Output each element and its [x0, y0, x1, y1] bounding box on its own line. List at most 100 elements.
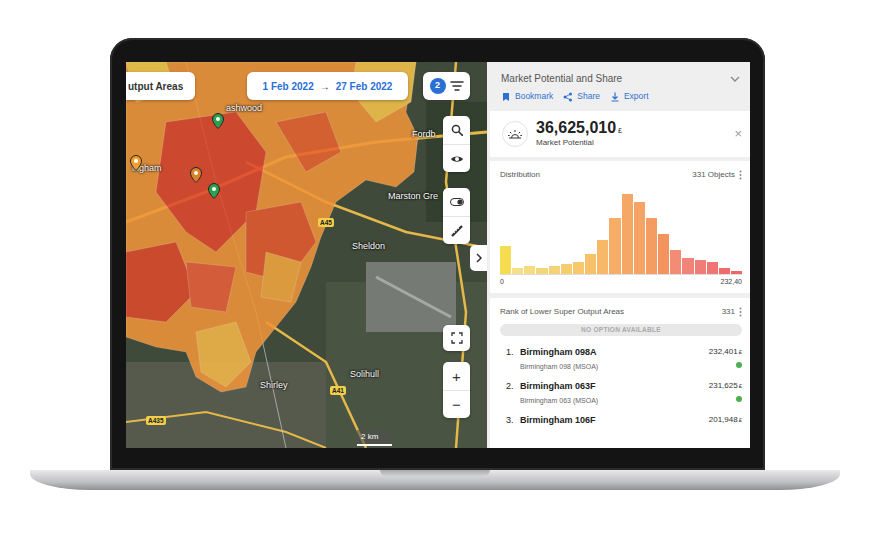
zoom-group: +− [443, 362, 470, 418]
rank-value-box: 231,625£ [709, 380, 742, 402]
visibility-button[interactable] [443, 144, 470, 172]
share-button[interactable]: Share [563, 90, 600, 103]
distribution-header: Distribution 331 Objects [500, 169, 742, 181]
bookmark-icon [501, 92, 511, 102]
rank-number: 3. [500, 414, 520, 428]
pin-icon [208, 183, 220, 199]
date-range[interactable]: 1 Feb 2022 → 27 Feb 2022 [247, 72, 408, 100]
histogram-bar[interactable] [622, 194, 633, 274]
panel-actions: Bookmark Share Export [487, 86, 750, 109]
collapse-button[interactable] [730, 71, 740, 86]
date-to[interactable]: 27 Feb 2022 [336, 79, 393, 94]
map-pin[interactable] [208, 178, 220, 194]
filter-button[interactable]: 2 [423, 72, 470, 100]
histogram-bar[interactable] [670, 250, 681, 274]
histogram-bar[interactable] [500, 246, 511, 274]
map-pin[interactable] [212, 108, 224, 124]
fullscreen-group [443, 325, 470, 351]
axis-max: 232,40 [721, 275, 742, 288]
kpi-unit: £ [618, 127, 622, 134]
histogram-bar[interactable] [512, 268, 523, 274]
histogram-bar[interactable] [573, 262, 584, 274]
rank-area: Birmingham 106F [520, 414, 709, 428]
map-pin[interactable] [190, 162, 202, 178]
action-label[interactable]: Export [624, 90, 649, 103]
map-pin[interactable] [130, 150, 142, 166]
histogram-bar[interactable] [561, 264, 572, 274]
distribution-menu[interactable] [739, 170, 742, 180]
compare-toggle[interactable] [443, 188, 470, 216]
date-from[interactable]: 1 Feb 2022 [263, 79, 314, 94]
market-potential-icon [507, 128, 523, 140]
histogram-bar[interactable] [524, 266, 535, 274]
action-label[interactable]: Share [577, 90, 600, 103]
scale-bar: 2 km [357, 430, 392, 446]
place-label: Sheldon [352, 240, 385, 254]
place-label: Solihull [350, 368, 379, 382]
histogram-bar[interactable] [731, 271, 742, 274]
zoom-in-button[interactable]: + [443, 362, 470, 390]
place-label: ashwood [226, 102, 262, 116]
distribution-title: Distribution [500, 169, 540, 181]
histogram-bar[interactable] [597, 240, 608, 274]
measure-button[interactable] [443, 216, 470, 244]
rank-row[interactable]: 1.Birmingham 098ABirmingham 098 (MSOA)23… [500, 342, 742, 376]
rank-number: 1. [500, 346, 520, 360]
histogram-bar[interactable] [682, 258, 693, 274]
zoom-out-button[interactable]: − [443, 390, 470, 418]
road-label: A45 [318, 218, 334, 227]
histogram-bar[interactable] [549, 266, 560, 274]
ruler-icon [451, 225, 463, 237]
histogram-bar[interactable] [609, 218, 620, 274]
rank-row[interactable]: 3.Birmingham 106F201,948£ [500, 410, 742, 444]
distribution-meta: 331 Objects [692, 169, 742, 181]
histogram-bar[interactable] [658, 234, 669, 274]
histogram-bar[interactable] [707, 262, 718, 274]
rank-menu[interactable] [739, 307, 742, 317]
place-label: Fordb [412, 128, 436, 142]
kpi-label: Market Potential [536, 137, 726, 149]
date-arrow: → [320, 79, 330, 94]
action-label[interactable]: Bookmark [515, 90, 553, 103]
chevron-down-icon [730, 76, 740, 82]
laptop-bezel: ashwoodinghamFordbMarston GreSheldonShir… [110, 38, 765, 470]
bookmark-button[interactable]: Bookmark [501, 90, 553, 103]
fullscreen-icon [451, 332, 463, 344]
map-tools-group [443, 116, 470, 172]
rank-value: 231,625£ [709, 380, 742, 392]
histogram-bar[interactable] [646, 218, 657, 274]
histogram-bar[interactable] [634, 202, 645, 274]
close-button[interactable]: × [734, 124, 742, 144]
pin-icon [212, 113, 224, 129]
layer-name[interactable]: utput Areas [128, 79, 183, 94]
area-parent: Birmingham 063 (MSOA) [520, 396, 709, 407]
pin-icon [130, 155, 142, 171]
map[interactable]: ashwoodinghamFordbMarston GreSheldonShir… [126, 62, 487, 448]
rank-row[interactable]: 2.Birmingham 063FBirmingham 063 (MSOA)23… [500, 376, 742, 410]
export-icon [610, 92, 620, 102]
histogram-bar[interactable] [695, 260, 706, 274]
laptop-base [30, 470, 840, 490]
search-button[interactable] [443, 116, 470, 144]
rank-filter[interactable]: NO OPTION AVAILABLE [500, 324, 742, 336]
filter-icon [450, 80, 464, 92]
rank-value-box: 201,948£ [709, 414, 742, 426]
app-screen: ashwoodinghamFordbMarston GreSheldonShir… [126, 62, 750, 448]
filter-count-badge: 2 [430, 78, 446, 94]
status-dot [736, 396, 742, 402]
area-name: Birmingham 063F [520, 380, 709, 394]
rank-header: Rank of Lower Super Output Areas331 [500, 306, 742, 318]
value-unit: £ [739, 417, 742, 423]
export-button[interactable]: Export [610, 90, 649, 103]
area-name: Birmingham 106F [520, 414, 709, 428]
rank-area: Birmingham 063F Birmingham 063 (MSOA) [520, 380, 709, 406]
expand-panel-button[interactable] [470, 245, 487, 271]
laptop-notch [380, 470, 490, 476]
value-number: 201,948 [709, 415, 738, 424]
histogram-bar[interactable] [536, 268, 547, 274]
eye-icon [450, 153, 464, 165]
layer-selector[interactable]: utput Areas [126, 72, 195, 100]
fullscreen-button[interactable] [443, 325, 470, 351]
histogram-bar[interactable] [719, 268, 730, 274]
histogram-bar[interactable] [585, 254, 596, 274]
